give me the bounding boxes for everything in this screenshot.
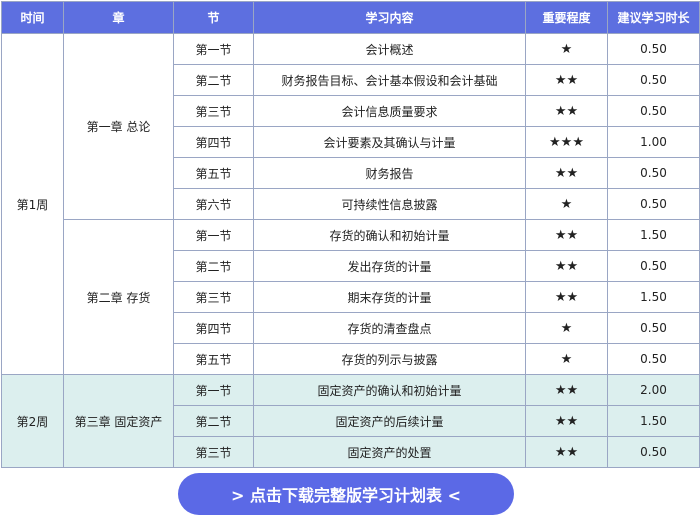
section-cell: 第三节	[173, 281, 254, 313]
hours-cell: 0.50	[607, 250, 700, 282]
section-cell: 第三节	[173, 95, 254, 127]
section-cell: 第二节	[173, 64, 254, 96]
hours-cell: 1.50	[607, 219, 700, 251]
section-cell: 第一节	[173, 374, 254, 406]
content-cell: 存货的清查盘点	[253, 312, 526, 344]
hours-cell: 0.50	[607, 312, 700, 344]
importance-cell: ★★	[525, 374, 608, 406]
content-cell: 固定资产的确认和初始计量	[253, 374, 526, 406]
content-cell: 可持续性信息披露	[253, 188, 526, 220]
content-cell: 财务报告目标、会计基本假设和会计基础	[253, 64, 526, 96]
content-cell: 固定资产的后续计量	[253, 405, 526, 437]
importance-cell: ★★	[525, 281, 608, 313]
section-cell: 第五节	[173, 157, 254, 189]
hours-cell: 1.00	[607, 126, 700, 158]
section-cell: 第一节	[173, 219, 254, 251]
section-cell: 第二节	[173, 250, 254, 282]
hours-cell: 0.50	[607, 157, 700, 189]
week-cell: 第2周	[1, 374, 64, 468]
section-cell: 第五节	[173, 343, 254, 375]
importance-cell: ★★	[525, 64, 608, 96]
table-row: 第2周 第三章 固定资产 第一节 固定资产的确认和初始计量 ★★ 2.00	[1, 374, 700, 468]
section-cell: 第三节	[173, 436, 254, 468]
importance-cell: ★★	[525, 436, 608, 468]
importance-cell: ★	[525, 33, 608, 65]
importance-cell: ★★	[525, 250, 608, 282]
download-plan-button[interactable]: > 点击下载完整版学习计划表 <	[178, 473, 514, 515]
hours-cell: 0.50	[607, 343, 700, 375]
content-cell: 发出存货的计量	[253, 250, 526, 282]
content-cell: 固定资产的处置	[253, 436, 526, 468]
header-hours: 建议学习时长	[607, 1, 700, 34]
hours-cell: 0.50	[607, 95, 700, 127]
chapter-cell: 第二章 存货	[63, 219, 174, 375]
table-body: 第1周 第一章 总论 第一节 会计概述 ★ 0.50 第二节 财务报告目标、会计基本假设和会计…	[1, 33, 700, 468]
importance-cell: ★★	[525, 95, 608, 127]
header-chapter: 章	[63, 1, 174, 34]
importance-cell: ★	[525, 312, 608, 344]
table-header-row: 时间 章 节 学习内容 重要程度 建议学习时长	[1, 1, 700, 34]
section-cell: 第六节	[173, 188, 254, 220]
section-cell: 第四节	[173, 126, 254, 158]
header-week: 时间	[1, 1, 64, 34]
week-cell: 第1周	[1, 33, 64, 375]
importance-cell: ★★	[525, 157, 608, 189]
content-cell: 会计概述	[253, 33, 526, 65]
study-plan-table: 时间 章 节 学习内容 重要程度 建议学习时长 第1周 第一章 总论 第一节 会计概述…	[1, 1, 700, 468]
content-cell: 期末存货的计量	[253, 281, 526, 313]
content-cell: 会计要素及其确认与计量	[253, 126, 526, 158]
table-row: 第二章 存货 第一节 存货的确认和初始计量 ★★ 1.50	[2, 219, 700, 375]
hours-cell: 0.50	[607, 64, 700, 96]
importance-cell: ★	[525, 343, 608, 375]
section-cell: 第二节	[173, 405, 254, 437]
section-cell: 第一节	[173, 33, 254, 65]
hours-cell: 0.50	[607, 188, 700, 220]
section-cell: 第四节	[173, 312, 254, 344]
hours-cell: 2.00	[607, 374, 700, 406]
content-cell: 存货的列示与披露	[253, 343, 526, 375]
importance-cell: ★★★	[525, 126, 608, 158]
table-row: 第1周 第一章 总论 第一节 会计概述 ★ 0.50	[1, 33, 700, 375]
importance-cell: ★★	[525, 219, 608, 251]
chapter-cell: 第三章 固定资产	[63, 374, 174, 468]
header-section: 节	[173, 1, 254, 34]
hours-cell: 1.50	[607, 281, 700, 313]
importance-cell: ★	[525, 188, 608, 220]
hours-cell: 0.50	[607, 436, 700, 468]
chapter-cell: 第一章 总论	[63, 33, 174, 220]
header-importance: 重要程度	[525, 1, 608, 34]
importance-cell: ★★	[525, 405, 608, 437]
content-cell: 财务报告	[253, 157, 526, 189]
content-cell: 会计信息质量要求	[253, 95, 526, 127]
header-content: 学习内容	[253, 1, 526, 34]
content-cell: 存货的确认和初始计量	[253, 219, 526, 251]
hours-cell: 0.50	[607, 33, 700, 65]
hours-cell: 1.50	[607, 405, 700, 437]
